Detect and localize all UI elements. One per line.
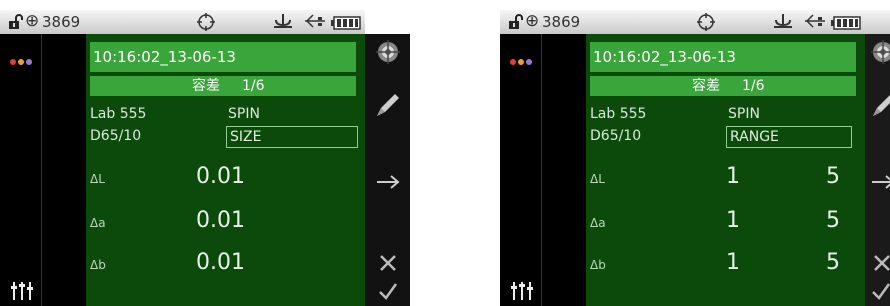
spin-label: SPIN <box>728 106 760 122</box>
lock-open-icon <box>7 14 23 34</box>
tolerance-label: 容差 <box>192 78 220 94</box>
arrow-right-icon[interactable] <box>376 174 400 194</box>
delta-a-label: Δa <box>90 216 106 230</box>
equalizer-icon[interactable] <box>510 281 534 305</box>
tolerance-bar: 容差 1/6 <box>90 76 356 96</box>
serial-number: 3869 <box>542 13 581 31</box>
illuminant-label: D65/10 <box>590 128 642 144</box>
delta-l-label: ΔL <box>590 172 605 186</box>
delta-b-max[interactable]: 5 <box>826 250 840 275</box>
right-toolbar-left <box>365 34 410 306</box>
check-icon[interactable] <box>378 282 398 304</box>
mode-field[interactable]: SIZE <box>226 126 358 148</box>
illuminant-label: D65/10 <box>90 128 142 144</box>
delta-b-min[interactable]: 1 <box>726 250 740 275</box>
delta-a-value[interactable]: 0.01 <box>196 208 245 233</box>
main-panel: 10:16:02_13-06-13 容差 1/6 Lab 555 SPIN D6… <box>586 34 865 306</box>
delta-l-max[interactable]: 5 <box>826 164 840 189</box>
crosshair-icon <box>696 12 716 36</box>
right-toolbar <box>865 34 890 306</box>
delta-a-label: Δa <box>590 216 606 230</box>
timestamp-bar: 10:16:02_13-06-13 <box>590 42 856 72</box>
tolerance-page: 1/6 <box>242 78 265 94</box>
spin-label: SPIN <box>228 106 260 122</box>
delta-l-value[interactable]: 0.01 <box>196 164 245 189</box>
aperture-icon[interactable] <box>376 40 400 68</box>
pencil-icon[interactable] <box>373 90 403 124</box>
delta-b-label: Δb <box>590 258 606 272</box>
spacer <box>542 34 586 306</box>
close-icon[interactable] <box>873 254 890 276</box>
lock-open-icon <box>507 14 523 34</box>
spacer <box>42 34 86 306</box>
aperture-icon[interactable] <box>871 40 890 68</box>
status-bar: ⊕ 3869 <box>500 10 890 34</box>
main-panel: 10:16:02_13-06-13 容差 1/6 Lab 555 SPIN D6… <box>86 34 365 306</box>
delta-a-min[interactable]: 1 <box>726 208 740 233</box>
left-sidebar <box>500 34 542 306</box>
target-icon: ⊕ <box>525 11 540 31</box>
color-space-label: Lab 555 <box>90 106 147 122</box>
device-screen-range: ⊕ 3869 10:16:02_13-06-13 容差 1/6 Lab 555 <box>500 10 890 306</box>
delta-b-value[interactable]: 0.01 <box>196 250 245 275</box>
plug-icon <box>804 14 826 32</box>
equalizer-icon[interactable] <box>10 281 34 305</box>
battery-icon <box>831 16 861 34</box>
tolerance-bar: 容差 1/6 <box>590 76 856 96</box>
delta-b-label: Δb <box>90 258 106 272</box>
usb-icon <box>773 13 793 33</box>
tolerance-page: 1/6 <box>742 78 765 94</box>
delta-a-max[interactable]: 5 <box>826 208 840 233</box>
pencil-icon[interactable] <box>869 90 890 124</box>
delta-l-min[interactable]: 1 <box>726 164 740 189</box>
close-icon[interactable] <box>379 254 397 276</box>
left-sidebar <box>0 34 42 306</box>
delta-l-label: ΔL <box>90 172 105 186</box>
target-icon: ⊕ <box>25 11 40 31</box>
serial-number: 3869 <box>42 13 81 31</box>
check-icon[interactable] <box>871 282 890 304</box>
color-dots-icon[interactable] <box>9 51 33 70</box>
color-dots-icon[interactable] <box>509 51 533 70</box>
mode-field[interactable]: RANGE <box>726 126 852 148</box>
usb-icon <box>273 13 293 33</box>
crosshair-icon <box>196 12 216 36</box>
arrow-right-icon[interactable] <box>871 174 890 194</box>
timestamp-bar: 10:16:02_13-06-13 <box>90 42 356 72</box>
color-space-label: Lab 555 <box>590 106 647 122</box>
status-bar: ⊕ 3869 <box>0 10 365 34</box>
device-screen-size: ⊕ 3869 10:16:02_13-06-13 容差 1/6 Lab 555 <box>0 10 365 306</box>
plug-icon <box>304 14 326 32</box>
tolerance-label: 容差 <box>692 78 720 94</box>
battery-icon <box>331 16 361 34</box>
